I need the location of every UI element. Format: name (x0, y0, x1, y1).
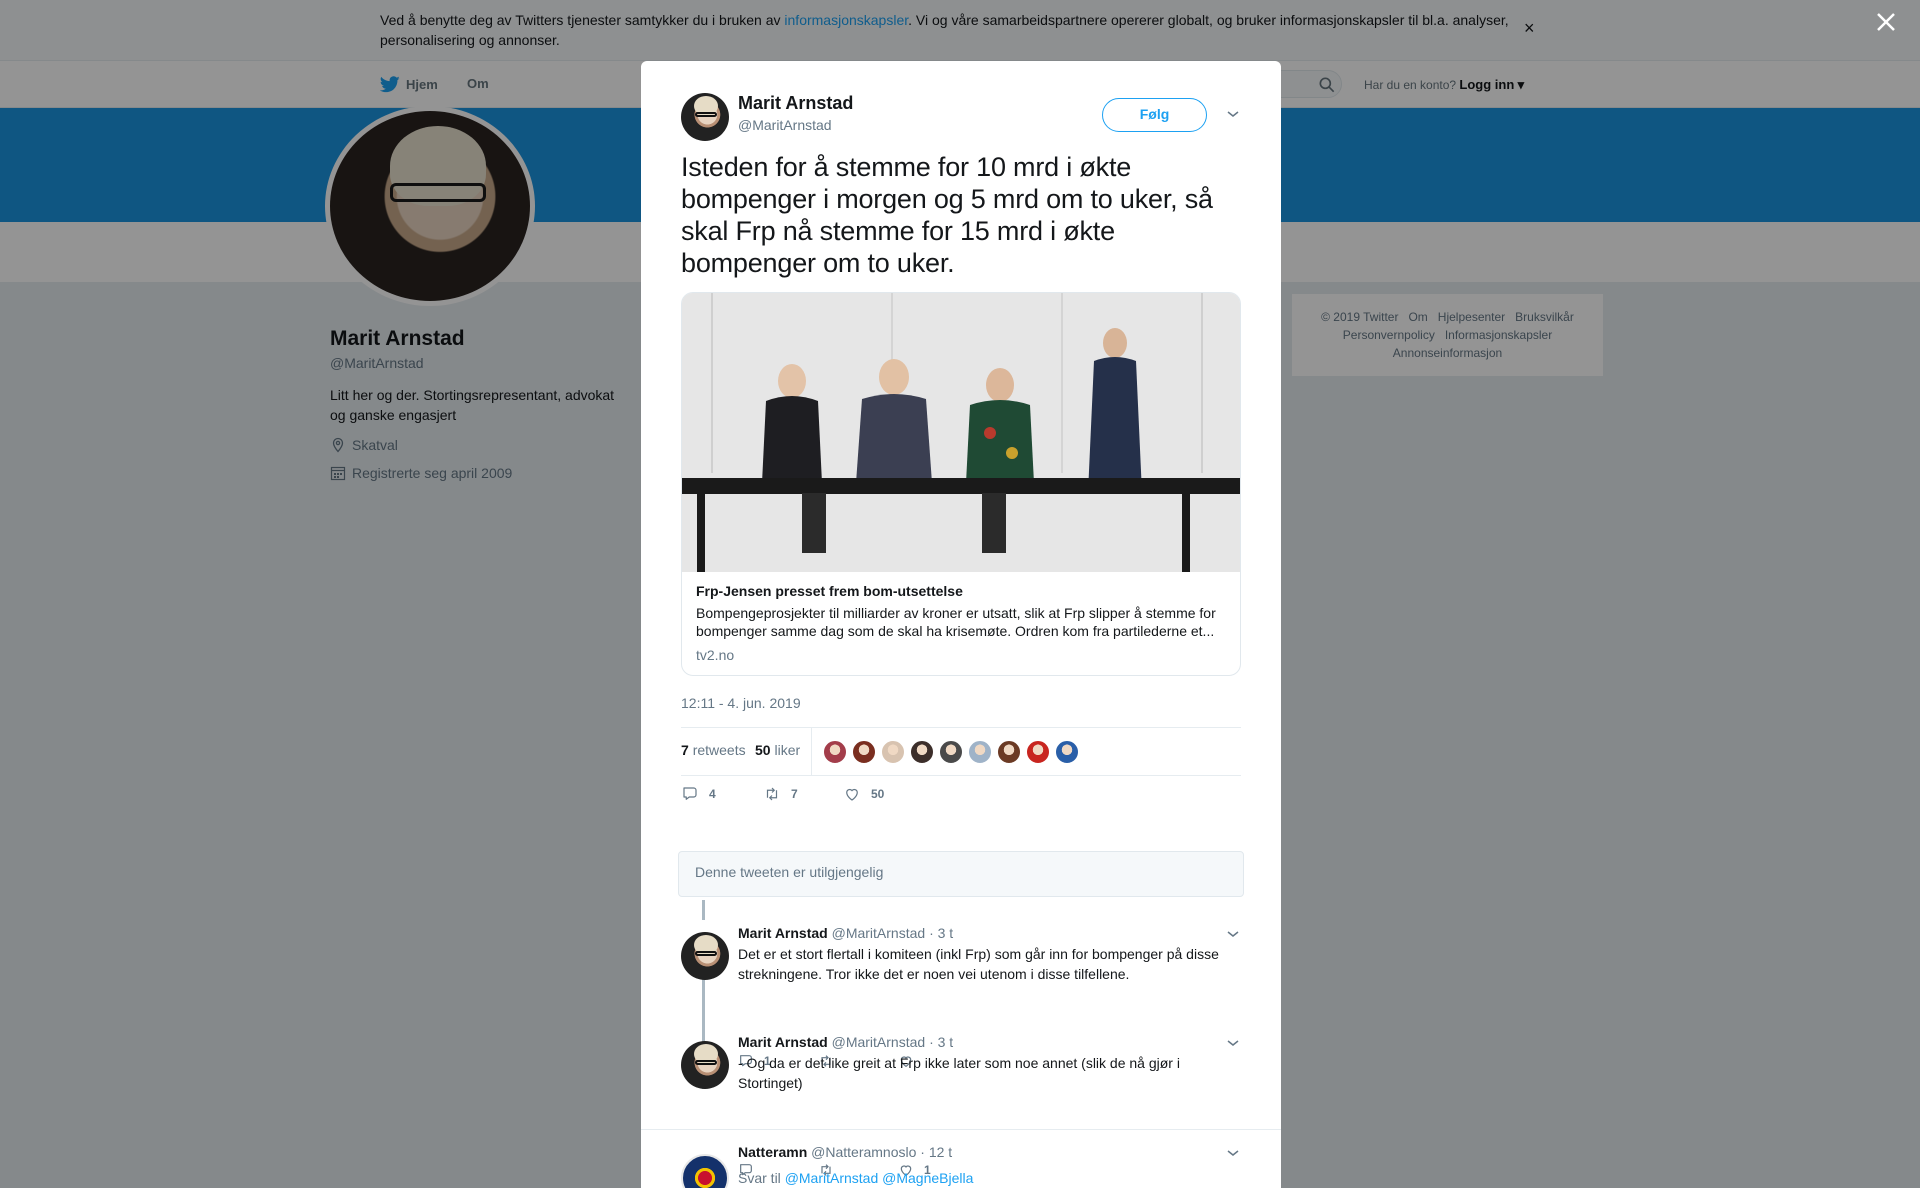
reply-header: Marit Arnstad @MaritArnstad · 3 t (738, 1034, 953, 1050)
likes-stat[interactable]: 50 liker (755, 742, 800, 758)
chevron-down-icon[interactable] (1225, 926, 1241, 942)
stats-divider (811, 728, 812, 775)
unavailable-tweet-notice: Denne tweeten er utilgjengelig (678, 851, 1244, 897)
liker-avatar[interactable] (881, 740, 905, 764)
author-handle[interactable]: @MaritArnstad (738, 117, 832, 133)
card-domain: tv2.no (696, 647, 735, 663)
liker-avatar[interactable] (1026, 740, 1050, 764)
retweets-stat[interactable]: 7 retweets (681, 742, 746, 758)
tweet-actions: 4 7 50 (681, 785, 1241, 815)
reply-avatar[interactable] (681, 1041, 729, 1089)
liker-avatar[interactable] (852, 740, 876, 764)
reply-avatar[interactable] (681, 932, 729, 980)
follow-button[interactable]: Følg (1102, 98, 1207, 132)
reply-time[interactable]: · 3 t (929, 1034, 953, 1050)
liker-avatar[interactable] (939, 740, 963, 764)
link-card[interactable]: Frp-Jensen presset frem bom-utsettelse B… (681, 292, 1241, 676)
reply-author-handle[interactable]: @Natteramnoslo (811, 1144, 916, 1160)
reply-header: Natteramn @Natteramnoslo · 12 t (738, 1144, 952, 1160)
reply-author-handle[interactable]: @MaritArnstad (832, 925, 926, 941)
tweet-modal: Marit Arnstad @MaritArnstad Følg Isteden… (641, 61, 1281, 1188)
reply-author-handle[interactable]: @MaritArnstad (832, 1034, 926, 1050)
liker-avatar[interactable] (968, 740, 992, 764)
engagement-stats: 7 retweets 50 liker (681, 727, 1241, 776)
reply-to-mentions[interactable]: @MaritArnstad @MagneBjella (785, 1170, 974, 1186)
retweet-icon (766, 787, 778, 801)
reply-to-line: Svar til @MaritArnstad @MagneBjella (738, 1170, 974, 1186)
close-icon[interactable] (1874, 10, 1898, 34)
reply-author-name[interactable]: Natteramn (738, 1144, 807, 1160)
tweet-timestamp[interactable]: 12:11 - 4. jun. 2019 (681, 695, 801, 711)
reply-avatar[interactable] (681, 1154, 729, 1188)
author-name[interactable]: Marit Arnstad (738, 93, 853, 114)
reply-time[interactable]: · 3 t (929, 925, 953, 941)
reply-icon (683, 787, 697, 800)
thread-line (702, 900, 705, 920)
press-conference-photo (682, 293, 1240, 572)
reply-header: Marit Arnstad @MaritArnstad · 3 t (738, 925, 953, 941)
reply-text: - Og da er det like greit at Frp ikke la… (738, 1055, 1180, 1091)
liker-avatar[interactable] (823, 740, 847, 764)
reply-author-name[interactable]: Marit Arnstad (738, 925, 828, 941)
card-title[interactable]: Frp-Jensen presset frem bom-utsettelse (696, 583, 963, 599)
retweet-button[interactable]: 7 (763, 785, 798, 803)
chevron-down-icon[interactable] (1225, 106, 1241, 122)
chevron-down-icon[interactable] (1225, 1145, 1241, 1161)
reply-button[interactable]: 4 (681, 785, 716, 803)
liker-avatar[interactable] (1055, 740, 1079, 764)
author-avatar[interactable] (681, 93, 729, 141)
reply-text: Det er et stort flertall i komiteen (ink… (738, 946, 1219, 982)
reply-time[interactable]: · 12 t (920, 1144, 952, 1160)
card-description: Bompengeprosjekter til milliarder av kro… (696, 605, 1216, 639)
chevron-down-icon[interactable] (1225, 1035, 1241, 1051)
card-image[interactable] (682, 293, 1240, 572)
liker-avatar[interactable] (997, 740, 1021, 764)
heart-icon (846, 788, 858, 801)
reply-author-name[interactable]: Marit Arnstad (738, 1034, 828, 1050)
reply-divider (641, 1129, 1281, 1130)
tweet-text: Isteden for å stemme for 10 mrd i økte b… (681, 152, 1213, 278)
liker-avatar[interactable] (910, 740, 934, 764)
like-button[interactable]: 50 (843, 785, 884, 803)
